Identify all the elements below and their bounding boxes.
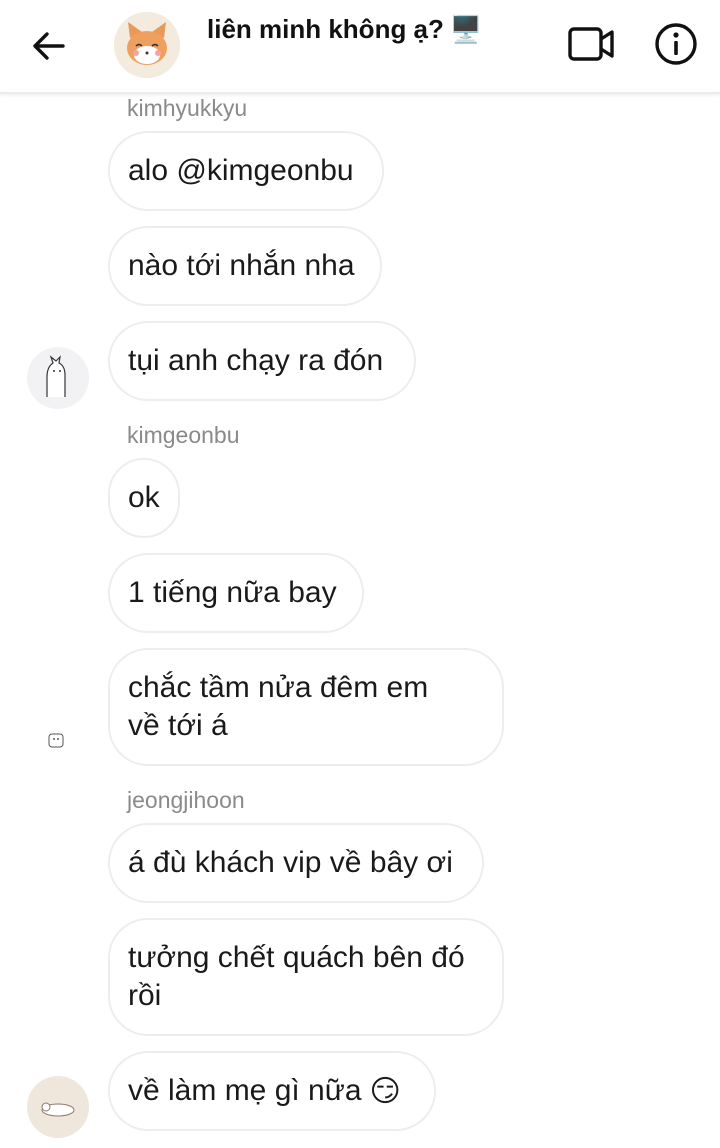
alpaca-avatar-image	[46, 355, 66, 397]
message-bubble[interactable]: á đù khách vip về bây ơi	[108, 823, 484, 903]
chat-title-text: liên minh không ạ?	[207, 14, 444, 44]
message-text: tụi anh chạy ra đón	[128, 344, 384, 377]
sender-avatar[interactable]	[47, 730, 67, 750]
message-bubble[interactable]: ok	[108, 458, 180, 538]
fox-avatar-image	[114, 12, 180, 78]
message-bubble[interactable]: alo @kimgeonbu	[108, 131, 384, 211]
message-text: về làm mẹ gì nữa	[128, 1074, 362, 1107]
sender-avatar[interactable]	[27, 1076, 89, 1138]
sender-name: jeongjihoon	[127, 787, 245, 813]
message-bubble[interactable]: chắc tầm nửa đêm em về tới á	[108, 648, 504, 766]
arrow-left-icon	[33, 32, 65, 60]
message-bubble[interactable]: tụi anh chạy ra đón	[108, 321, 416, 401]
message-text: á đù khách vip về bây ơi	[128, 846, 453, 879]
message-text: alo @kimgeonbu	[128, 154, 354, 187]
back-button[interactable]	[22, 24, 74, 68]
sender-name: kimhyukkyu	[127, 95, 248, 121]
info-icon	[655, 23, 697, 65]
group-avatar[interactable]	[114, 12, 180, 78]
message-text: nào tới nhắn nha	[128, 249, 355, 282]
sender-avatar[interactable]	[27, 347, 89, 409]
info-button[interactable]	[652, 20, 700, 68]
video-camera-icon	[568, 27, 614, 61]
message-text: 1 tiếng nữa bay	[128, 576, 337, 609]
desktop-computer-icon: 🖥️	[449, 14, 483, 44]
message-bubble[interactable]: nào tới nhắn nha	[108, 226, 382, 306]
message-text-line: rồi	[128, 979, 162, 1012]
smirk-emoji-icon: 😏	[369, 1074, 401, 1108]
chat-title[interactable]: liên minh không ạ? 🖥️	[207, 14, 482, 45]
message-text-line: về tới á	[128, 709, 228, 742]
bear-sticker-avatar	[48, 733, 64, 748]
video-call-button[interactable]	[566, 22, 618, 66]
sleeping-cat-avatar-image	[41, 1102, 75, 1117]
sender-name: kimgeonbu	[127, 422, 240, 448]
message-bubble[interactable]: về làm mẹ gì nữa 😏	[108, 1051, 436, 1131]
message-text-line: tưởng chết quách bên đó	[128, 941, 465, 974]
message-text: ok	[128, 481, 160, 514]
message-bubble[interactable]: tưởng chết quách bên đó rồi	[108, 918, 504, 1036]
message-text-line: chắc tầm nửa đêm em	[128, 671, 429, 704]
chat-header: liên minh không ạ? 🖥️	[0, 0, 720, 94]
message-bubble[interactable]: 1 tiếng nữa bay	[108, 553, 364, 633]
